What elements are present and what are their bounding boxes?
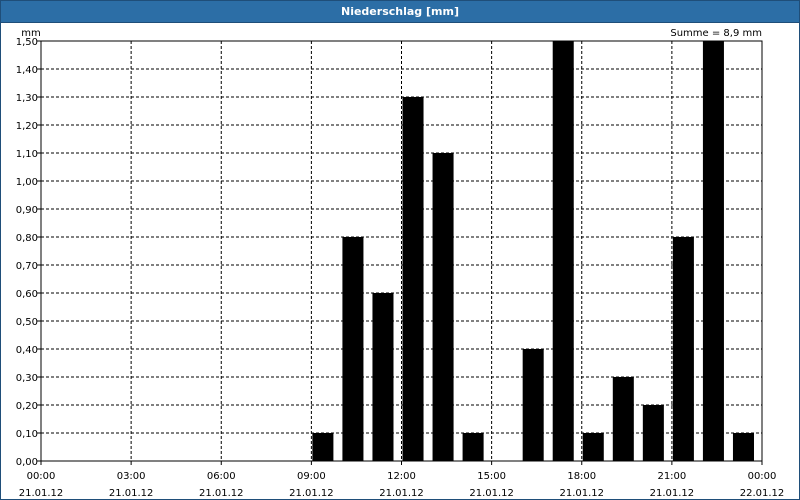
y-tick-label: 0,30 <box>16 373 38 384</box>
x-tick-date: 21.01.12 <box>559 488 604 499</box>
precipitation-bar <box>642 405 664 461</box>
x-tick-time: 21:00 <box>657 471 686 482</box>
grid <box>41 40 762 461</box>
x-tick-time: 00:00 <box>748 471 777 482</box>
precipitation-bar <box>582 433 604 461</box>
y-tick-label: 1,10 <box>16 149 38 160</box>
y-tick-label: 1,30 <box>16 93 38 104</box>
x-tick-time: 03:00 <box>117 471 146 482</box>
y-tick-label: 0,90 <box>16 205 38 216</box>
x-tick-time: 18:00 <box>567 471 596 482</box>
y-tick-label: 0,50 <box>16 317 38 328</box>
precipitation-bar <box>672 237 694 461</box>
y-tick-label: 0,80 <box>16 233 38 244</box>
y-tick-label: 1,00 <box>16 177 38 188</box>
x-tick-date: 21.01.12 <box>19 488 64 499</box>
precipitation-bar <box>312 433 334 461</box>
precipitation-bar <box>462 433 484 461</box>
x-tick-time: 15:00 <box>477 471 506 482</box>
precipitation-bar <box>402 97 424 461</box>
y-tick-label: 0,40 <box>16 345 38 356</box>
precipitation-bar <box>552 41 574 461</box>
y-tick-label: 1,40 <box>16 65 38 76</box>
y-tick-label: 0,10 <box>16 429 38 440</box>
x-tick-date: 21.01.12 <box>379 488 424 499</box>
x-tick-time: 06:00 <box>207 471 236 482</box>
precipitation-bar <box>612 377 634 461</box>
x-tick-date: 21.01.12 <box>199 488 244 499</box>
x-tick-date: 21.01.12 <box>289 488 334 499</box>
precipitation-bar <box>432 153 454 461</box>
x-tick-time: 12:00 <box>387 471 416 482</box>
y-tick-label: 0,20 <box>16 401 38 412</box>
precipitation-bar <box>732 433 754 461</box>
precipitation-bar <box>372 293 394 461</box>
x-tick-date: 22.01.12 <box>740 488 785 499</box>
precipitation-bar <box>522 349 544 461</box>
y-tick-label: 0,00 <box>16 457 38 468</box>
y-tick-label: 1,20 <box>16 121 38 132</box>
y-tick-label: 0,70 <box>16 261 38 272</box>
x-tick-time: 09:00 <box>297 471 326 482</box>
x-tick-date: 21.01.12 <box>469 488 514 499</box>
x-tick-date: 21.01.12 <box>650 488 695 499</box>
precipitation-bar <box>342 237 364 461</box>
bars <box>312 41 754 461</box>
y-axis-label: mm <box>21 28 40 39</box>
sum-annotation: Summe = 8,9 mm <box>670 28 762 39</box>
x-tick-time: 00:00 <box>27 471 56 482</box>
chart-window: Niederschlag [mm] 0,00 0,10 0,20 0,30 0,40 0,… <box>0 0 800 500</box>
precipitation-bar <box>702 41 724 461</box>
y-tick-label: 0,60 <box>16 289 38 300</box>
x-tick-date: 21.01.12 <box>109 488 154 499</box>
precipitation-chart: 0,00 0,10 0,20 0,30 0,40 0,50 0,60 0,70 0,80 0,90… <box>16 28 785 499</box>
